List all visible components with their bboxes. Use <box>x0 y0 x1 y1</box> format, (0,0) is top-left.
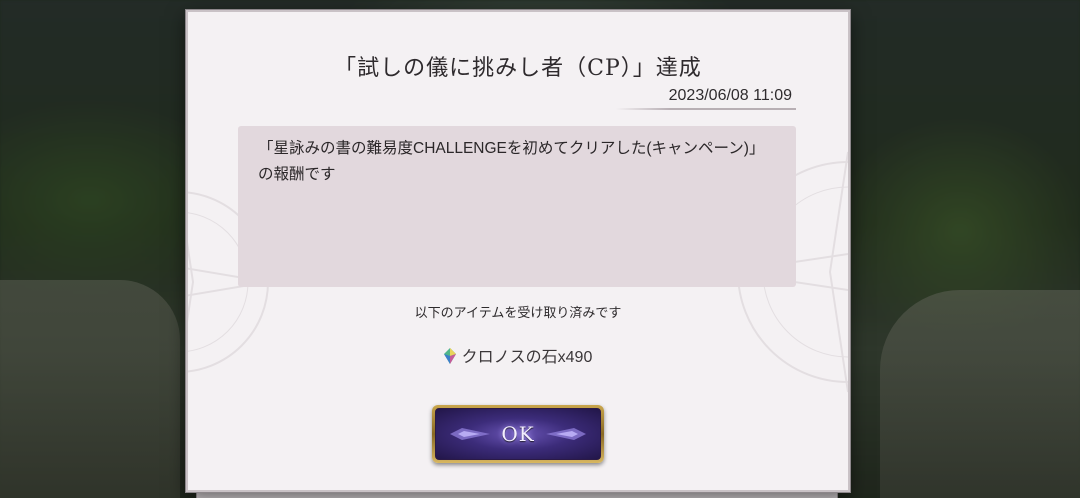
background-rocks-left <box>0 280 180 498</box>
message-box: 「星詠みの書の難易度CHALLENGEを初めてクリアした(キャンペーン)」の報酬… <box>238 126 796 287</box>
date-stamp: 2023/06/08 11:09 <box>616 87 796 110</box>
reward-item: クロノスの石x490 <box>188 343 848 369</box>
message-text: 「星詠みの書の難易度CHALLENGEを初めてクリアした(キャンペーン)」の報酬… <box>258 140 765 183</box>
date-text: 2023/06/08 11:09 <box>668 87 792 104</box>
background-rocks-right <box>880 290 1080 498</box>
chronos-stone-icon <box>443 348 456 369</box>
date-underline <box>616 108 796 110</box>
ok-button-label: OK <box>501 422 535 446</box>
reward-item-label: クロノスの石x490 <box>461 349 593 366</box>
reward-dialog: 「試しの儀に挑みし者（CP）」達成 2023/06/08 11:09 「星詠みの… <box>186 10 850 492</box>
ok-button-face: OK <box>435 408 601 460</box>
received-notice: 以下のアイテムを受け取り済みです <box>414 305 622 320</box>
left-arrow-ornament-icon <box>450 428 490 440</box>
right-arrow-ornament-icon <box>546 428 586 440</box>
ok-button[interactable]: OK <box>432 405 604 463</box>
dialog-title: 「試しの儀に挑みし者（CP）」達成 <box>334 56 702 81</box>
